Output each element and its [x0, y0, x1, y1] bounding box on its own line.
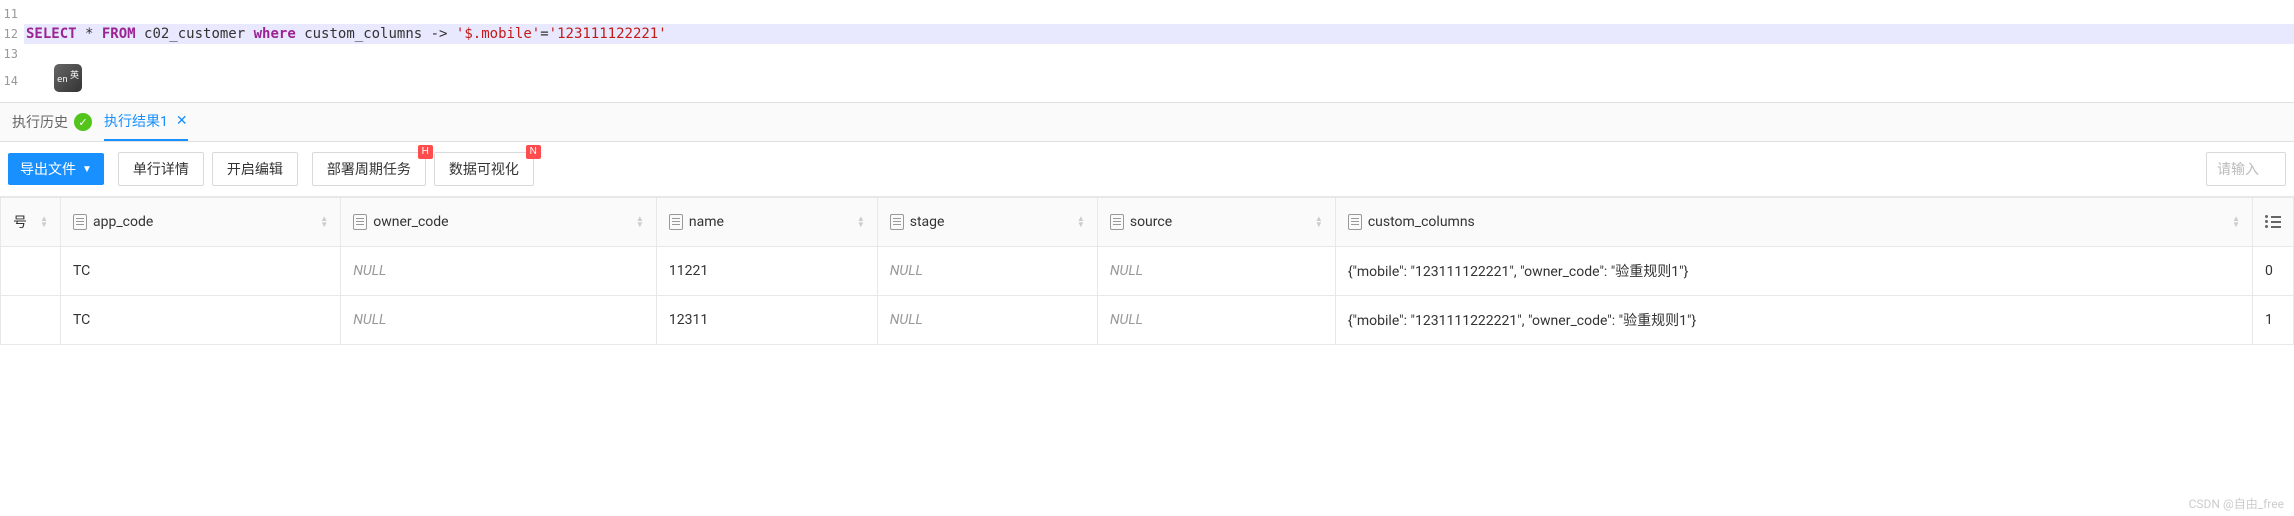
- sort-icon[interactable]: ▲▼: [40, 216, 48, 228]
- sort-icon[interactable]: ▲▼: [857, 216, 865, 228]
- badge-h: H: [418, 145, 433, 159]
- table-cell[interactable]: 1: [2253, 296, 2294, 345]
- enable-edit-button[interactable]: 开启编辑: [212, 152, 298, 186]
- table-cell[interactable]: NULL: [877, 296, 1097, 345]
- data-vis-button[interactable]: 数据可视化 N: [434, 152, 534, 186]
- results-table-wrapper: 号▲▼ app_code▲▼ owner_code▲▼ name▲▼ stage…: [0, 197, 2294, 345]
- column-icon: [890, 214, 904, 230]
- search-input[interactable]: 请输入: [2206, 152, 2286, 186]
- list-icon: [2265, 213, 2281, 227]
- table-cell[interactable]: NULL: [1097, 247, 1335, 296]
- badge-n: N: [526, 145, 541, 159]
- table-cell[interactable]: 12311: [656, 296, 877, 345]
- check-icon: ✓: [74, 113, 92, 131]
- sql-editor[interactable]: 11 12 SELECT * FROM c02_customer where c…: [0, 0, 2294, 103]
- table-cell[interactable]: 11221: [656, 247, 877, 296]
- tab-result-active[interactable]: 执行结果1 ✕: [104, 111, 188, 141]
- line-number: 14: [0, 71, 24, 91]
- ime-indicator-icon[interactable]: [54, 64, 82, 92]
- sort-icon[interactable]: ▲▼: [636, 216, 644, 228]
- deploy-task-label: 部署周期任务: [327, 161, 411, 177]
- tab-result-label: 执行结果1: [104, 111, 168, 131]
- table-cell[interactable]: [1, 296, 61, 345]
- table-row[interactable]: TCNULL12311NULLNULL{"mobile": "123111122…: [1, 296, 2294, 345]
- col-header-rowno[interactable]: 号▲▼: [1, 198, 61, 247]
- col-header-owner-code[interactable]: owner_code▲▼: [341, 198, 657, 247]
- sort-icon[interactable]: ▲▼: [1077, 216, 1085, 228]
- table-cell[interactable]: TC: [61, 296, 341, 345]
- code-line: [24, 64, 2294, 98]
- col-header-source[interactable]: source▲▼: [1097, 198, 1335, 247]
- export-button[interactable]: 导出文件 ▼: [8, 153, 104, 185]
- line-number: 13: [0, 44, 24, 64]
- col-header-stage[interactable]: stage▲▼: [877, 198, 1097, 247]
- column-icon: [669, 214, 683, 230]
- watermark: CSDN @自由_free: [2189, 495, 2284, 512]
- column-icon: [73, 214, 87, 230]
- tab-history[interactable]: 执行历史 ✓: [12, 112, 92, 140]
- sort-icon[interactable]: ▲▼: [2232, 216, 2240, 228]
- row-detail-button[interactable]: 单行详情: [118, 152, 204, 186]
- result-tabs: 执行历史 ✓ 执行结果1 ✕: [0, 103, 2294, 142]
- col-header-app-code[interactable]: app_code▲▼: [61, 198, 341, 247]
- column-icon: [353, 214, 367, 230]
- column-icon: [1110, 214, 1124, 230]
- col-header-custom-columns[interactable]: custom_columns▲▼: [1335, 198, 2252, 247]
- column-icon: [1348, 214, 1362, 230]
- close-icon[interactable]: ✕: [176, 113, 188, 129]
- table-cell[interactable]: 0: [2253, 247, 2294, 296]
- table-cell[interactable]: NULL: [1097, 296, 1335, 345]
- sort-icon[interactable]: ▲▼: [1315, 216, 1323, 228]
- export-label: 导出文件: [20, 159, 76, 179]
- code-line-active[interactable]: SELECT * FROM c02_customer where custom_…: [24, 24, 2294, 44]
- table-cell[interactable]: TC: [61, 247, 341, 296]
- table-cell[interactable]: NULL: [341, 247, 657, 296]
- table-cell[interactable]: {"mobile": "123111122221", "owner_code":…: [1335, 247, 2252, 296]
- table-cell[interactable]: NULL: [341, 296, 657, 345]
- chevron-down-icon: ▼: [82, 164, 92, 175]
- toolbar: 导出文件 ▼ 单行详情 开启编辑 部署周期任务 H 数据可视化 N 请输入: [0, 142, 2294, 197]
- line-number: 12: [0, 24, 24, 44]
- results-table: 号▲▼ app_code▲▼ owner_code▲▼ name▲▼ stage…: [0, 197, 2294, 345]
- deploy-task-button[interactable]: 部署周期任务 H: [312, 152, 426, 186]
- table-header-row: 号▲▼ app_code▲▼ owner_code▲▼ name▲▼ stage…: [1, 198, 2294, 247]
- col-header-settings[interactable]: [2253, 198, 2294, 247]
- table-row[interactable]: TCNULL11221NULLNULL{"mobile": "123111122…: [1, 247, 2294, 296]
- table-cell[interactable]: NULL: [877, 247, 1097, 296]
- line-number: 11: [0, 4, 24, 24]
- col-header-name[interactable]: name▲▼: [656, 198, 877, 247]
- table-cell[interactable]: {"mobile": "1231111222221", "owner_code"…: [1335, 296, 2252, 345]
- sort-icon[interactable]: ▲▼: [320, 216, 328, 228]
- data-vis-label: 数据可视化: [449, 161, 519, 177]
- table-cell[interactable]: [1, 247, 61, 296]
- tab-history-label: 执行历史: [12, 112, 68, 132]
